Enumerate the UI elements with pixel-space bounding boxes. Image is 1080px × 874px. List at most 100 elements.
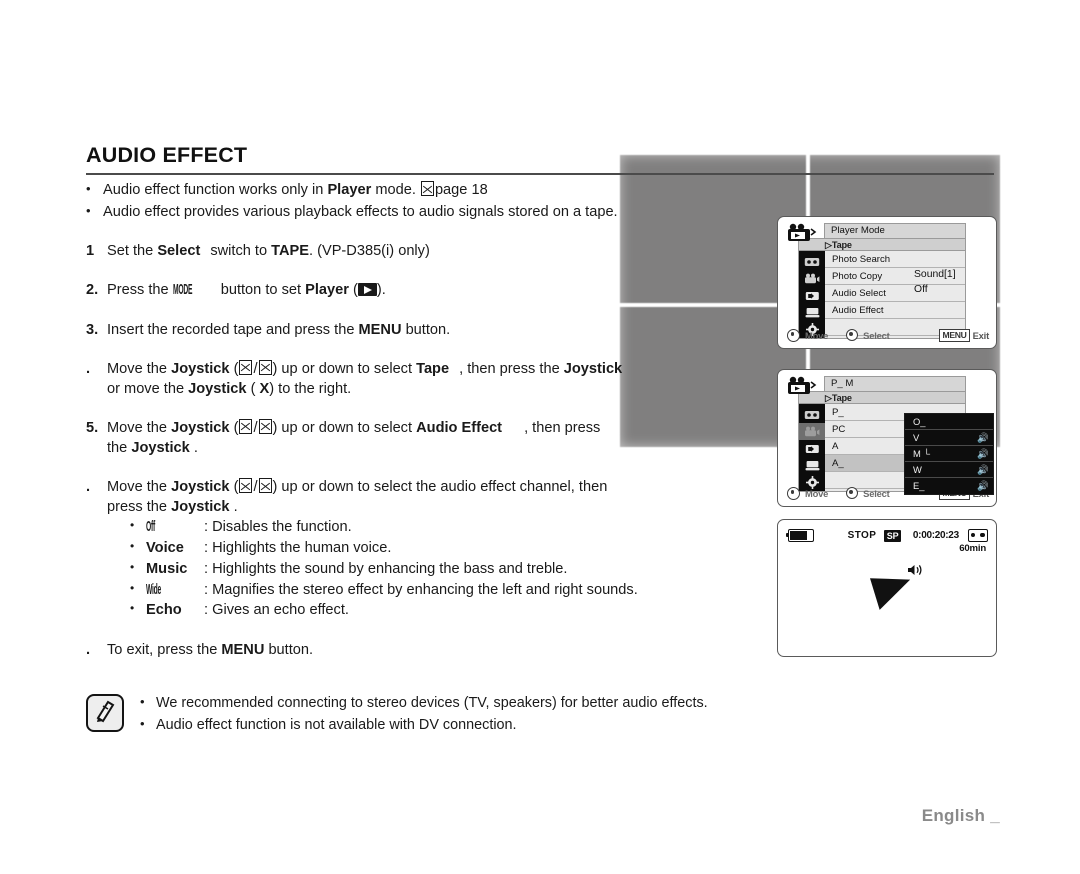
joystick-up-tofu-icon xyxy=(239,418,253,434)
lcd2-menu-title: P_ M xyxy=(824,376,966,391)
lcd1-footer-bar: Move Select MENU Exit xyxy=(787,328,989,342)
lcd2-sub-marker: ▷ xyxy=(825,393,832,403)
bullet-dot-icon: • xyxy=(86,181,91,196)
lcd1-icon-rail xyxy=(799,251,825,338)
effect-channel-voice: • Voice : Highlights the human voice. xyxy=(130,538,786,559)
bullet-dot-icon: • xyxy=(86,203,91,219)
speaker-icon: 🔊 xyxy=(977,480,989,491)
lcd2-menu-subtitle: ▷Tape xyxy=(798,391,966,404)
lcd1-move-label: Move xyxy=(805,329,829,341)
note-item-1: • We recommended connecting to stereo de… xyxy=(140,693,846,713)
lcd1-item-photo-search[interactable]: Photo Search xyxy=(825,251,965,268)
step-7: . To exit, press the MENU button. xyxy=(86,640,786,660)
lcd1-item-audio-effect[interactable]: Audio Effect xyxy=(825,302,965,319)
step-5: 5. Move the Joystick (/) up or down to s… xyxy=(86,418,601,456)
note-item-2: • Audio effect function is not available… xyxy=(140,715,846,735)
effect-channel-wide: • Wide : Magnifies the stereo effect by … xyxy=(130,580,786,601)
step-4-number: . xyxy=(86,360,91,377)
footer-language: English _ xyxy=(921,806,1000,825)
rail-audio-icon xyxy=(799,440,825,457)
s6-t2: up or down to select the audio effect ch… xyxy=(281,479,608,496)
lcd3-tape-remaining: 60min xyxy=(959,543,986,554)
dpad-icon xyxy=(787,486,800,500)
step-5-number: 5. xyxy=(86,419,99,436)
step-3: 3. Insert the recorded tape and press th… xyxy=(86,320,786,340)
note-text-1: We recommended connecting to stereo devi… xyxy=(156,695,708,711)
intro-text-1a: Audio effect function works only in xyxy=(103,182,328,198)
effect-desc-music: : Highlights the sound by enhancing the … xyxy=(204,560,568,577)
joystick-down-tofu-icon xyxy=(258,478,272,494)
intro-bold-player: Player xyxy=(327,182,372,198)
lcd-screenshot-3: STOP SP 0:00:20:23 60min xyxy=(777,519,997,657)
tape-icon xyxy=(967,529,988,542)
speaker-icon: 🔊 xyxy=(977,447,989,459)
page-footer: English _ xyxy=(0,806,1000,826)
s2-t3: ). xyxy=(376,282,386,299)
joystick-down-tofu-icon xyxy=(258,359,272,375)
step-7-number: . xyxy=(86,641,91,658)
step-2: 2. Press the MODE button to set Player ()… xyxy=(86,280,786,300)
effect-channel-off: • Off : Disables the function. xyxy=(130,517,786,538)
bullet-dot-icon: • xyxy=(130,559,135,574)
rail-display-icon xyxy=(799,457,825,474)
lcd1-sub-marker: ▷ xyxy=(825,240,832,250)
s6-joystick-1: Joystick xyxy=(171,479,230,496)
title-rule xyxy=(86,172,994,175)
lcd2-move-hint: Move xyxy=(787,486,828,500)
page-title: AUDIO EFFECT xyxy=(86,143,248,167)
submenu-item-echo[interactable]: E_ 🔊 xyxy=(905,478,993,494)
note-box: • We recommended connecting to stereo de… xyxy=(86,693,846,738)
bullet-dot-icon: • xyxy=(130,539,135,554)
s5-t1: Move the xyxy=(107,419,168,436)
lcd2-audio-effect-submenu: O_ V 🔊 M └ 🔊 W 🔊 E_ 🔊 xyxy=(904,413,994,495)
instruction-column: • Audio effect function works only in Pl… xyxy=(86,180,786,660)
lcd-screenshot-1: Player Mode ▷Tape Photo Search Photo Cop… xyxy=(777,216,997,349)
lcd2-select-hint: Select xyxy=(846,487,890,499)
lcd1-value-column: Sound[1] Off xyxy=(914,267,956,297)
rail-tape-icon xyxy=(799,406,825,423)
section-heading: AUDIO EFFECT xyxy=(86,143,994,175)
lcd2-sub-label: Tape xyxy=(831,393,852,403)
bullet-dot-icon: • xyxy=(130,601,135,616)
s1-select: Select xyxy=(157,243,201,260)
step-2-number: 2. xyxy=(86,282,99,299)
s3-t1: Insert the recorded tape and press the xyxy=(107,321,355,338)
select-dot-icon xyxy=(846,329,859,341)
s2-t1: Press the xyxy=(107,282,169,299)
effect-name-voice: Voice xyxy=(146,540,184,557)
lcd1-exit-hint: MENU Exit xyxy=(939,328,989,342)
s4-t1: Move the xyxy=(107,360,168,377)
player-mode-badge-icon xyxy=(786,376,822,396)
rail-camera-icon xyxy=(799,270,825,287)
s7-menu: MENU xyxy=(221,641,265,658)
rail-display-icon xyxy=(799,304,825,321)
submenu-item-music[interactable]: M └ 🔊 xyxy=(905,446,993,462)
s1-t3: . (VP-D385(i) only) xyxy=(309,243,430,260)
lcd2-select-label: Select xyxy=(863,487,890,499)
submenu-item-voice[interactable]: V 🔊 xyxy=(905,430,993,446)
note-content: • We recommended connecting to stereo de… xyxy=(140,693,846,738)
lcd3-status-text: STOP xyxy=(847,530,877,541)
speaker-icon: 🔊 xyxy=(977,431,989,443)
submenu-item-wide[interactable]: W 🔊 xyxy=(905,462,993,478)
s3-menu: MENU xyxy=(358,321,402,338)
bullet-dot-icon: • xyxy=(140,716,145,732)
s4-t4: or move the xyxy=(107,380,185,397)
effect-desc-echo: : Gives an echo effect. xyxy=(204,602,349,619)
bullet-dot-icon: • xyxy=(130,518,135,533)
submenu-item-off[interactable]: O_ xyxy=(905,414,993,430)
lcd2-icon-rail xyxy=(799,404,825,491)
dpad-icon xyxy=(787,328,800,342)
s4-t3: , then press the xyxy=(459,360,560,377)
s3-t2: button. xyxy=(405,321,451,338)
intro-bullet-2: • Audio effect provides various playback… xyxy=(86,202,786,222)
battery-icon xyxy=(785,529,814,542)
s7-t2: button. xyxy=(268,641,314,658)
s6-t3: press the xyxy=(107,499,168,516)
intro-bullet-1: • Audio effect function works only in Pl… xyxy=(86,180,786,200)
note-pen-icon xyxy=(86,694,124,732)
rail-audio-icon xyxy=(799,287,825,304)
s6-t4: . xyxy=(233,499,238,516)
lcd3-osd-status-row: STOP SP 0:00:20:23 xyxy=(785,529,988,542)
step-1-number: 1 xyxy=(86,243,95,260)
